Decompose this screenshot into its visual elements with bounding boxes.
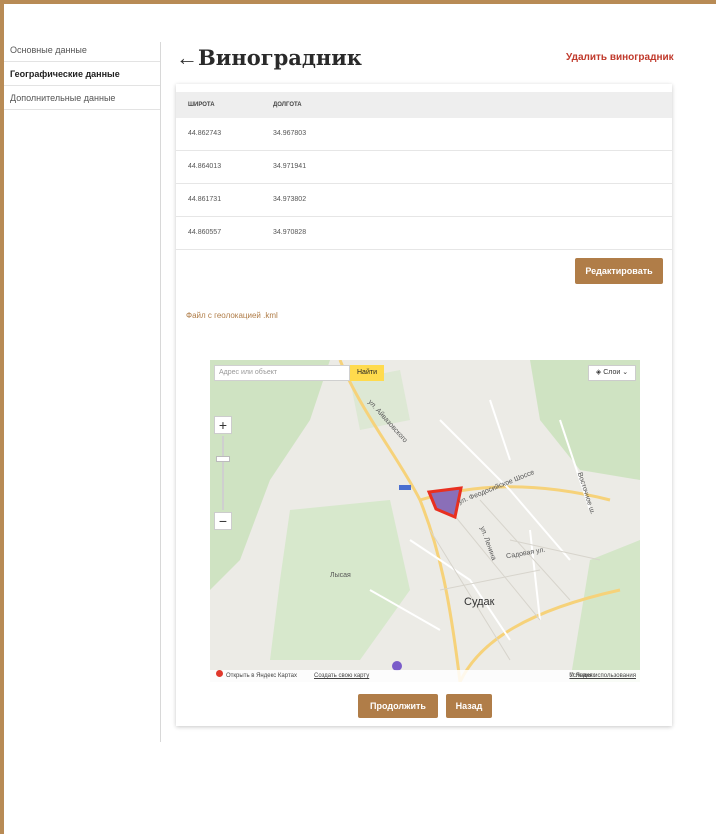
map-canvas[interactable] bbox=[210, 360, 640, 682]
back-arrow-icon[interactable]: ← bbox=[176, 46, 198, 70]
map-pin-icon bbox=[216, 670, 223, 677]
cell-longitude: 34.967803 bbox=[273, 130, 307, 137]
edit-button[interactable]: Редактировать bbox=[575, 258, 663, 284]
cell-longitude: 34.973802 bbox=[273, 196, 307, 203]
page-title: Виноградник bbox=[198, 45, 362, 70]
cell-latitude: 44.864013 bbox=[188, 163, 222, 170]
continue-button[interactable]: Продолжить bbox=[358, 694, 438, 718]
sidebar-item-geo-data[interactable]: Географические данные bbox=[4, 62, 161, 86]
cell-latitude: 44.860557 bbox=[188, 229, 222, 236]
cell-longitude: 34.970828 bbox=[273, 229, 307, 236]
map-footer: Открыть в Яндекс Картах Создать свою кар… bbox=[210, 670, 640, 682]
cell-latitude: 44.862743 bbox=[188, 130, 222, 137]
cell-latitude: 44.861731 bbox=[188, 196, 222, 203]
map-city-label: Судак bbox=[464, 596, 495, 608]
column-header-longitude: Долгота bbox=[273, 102, 302, 108]
column-header-latitude: Широта bbox=[188, 102, 215, 108]
window-frame-top bbox=[0, 0, 716, 4]
table-row: 44.864013 34.971941 bbox=[176, 151, 672, 184]
create-map-link[interactable]: Создать свою карту bbox=[314, 670, 369, 682]
copyright-text: © Яндекс bbox=[569, 673, 596, 679]
sidebar-item-extra-data[interactable]: Дополнительные данные bbox=[4, 86, 161, 110]
map-widget[interactable]: Адрес или объект Найти ◈ Слои ⌄ + − ул. … bbox=[210, 360, 640, 682]
map-search-input[interactable]: Адрес или объект bbox=[214, 365, 350, 381]
table-row: 44.860557 34.970828 bbox=[176, 217, 672, 250]
table-row: 44.861731 34.973802 bbox=[176, 184, 672, 217]
sidebar-item-main-data[interactable]: Основные данные bbox=[4, 38, 161, 62]
zoom-slider-track[interactable] bbox=[222, 436, 224, 510]
window-frame-left bbox=[0, 0, 4, 834]
coordinates-table: Широта Долгота 44.862743 34.967803 44.86… bbox=[176, 92, 672, 250]
sidebar: Основные данные Географические данные До… bbox=[4, 38, 161, 110]
zoom-slider-handle[interactable] bbox=[216, 456, 230, 462]
map-find-button[interactable]: Найти bbox=[350, 365, 384, 381]
map-place-label: Лысая bbox=[330, 572, 351, 579]
kml-file-link[interactable]: Файл с геолокацией .kml bbox=[186, 311, 278, 320]
open-in-yandex-maps-link[interactable]: Открыть в Яндекс Картах bbox=[226, 670, 297, 682]
delete-vineyard-link[interactable]: Удалить виноградник bbox=[566, 52, 674, 63]
back-button[interactable]: Назад bbox=[446, 694, 492, 718]
map-layers-button[interactable]: ◈ Слои ⌄ bbox=[588, 365, 636, 381]
table-row: 44.862743 34.967803 bbox=[176, 118, 672, 151]
content-card: Широта Долгота 44.862743 34.967803 44.86… bbox=[176, 84, 672, 726]
table-header: Широта Долгота bbox=[176, 92, 672, 118]
zoom-out-button[interactable]: − bbox=[214, 512, 232, 530]
cell-longitude: 34.971941 bbox=[273, 163, 307, 170]
zoom-in-button[interactable]: + bbox=[214, 416, 232, 434]
sidebar-divider bbox=[160, 42, 161, 742]
road-sign-icon bbox=[399, 485, 411, 490]
chevron-down-icon: ⌄ bbox=[620, 369, 629, 376]
map-copyright: © Яндекс Условия использования bbox=[569, 670, 636, 682]
map-layers-label: Слои bbox=[603, 369, 621, 376]
